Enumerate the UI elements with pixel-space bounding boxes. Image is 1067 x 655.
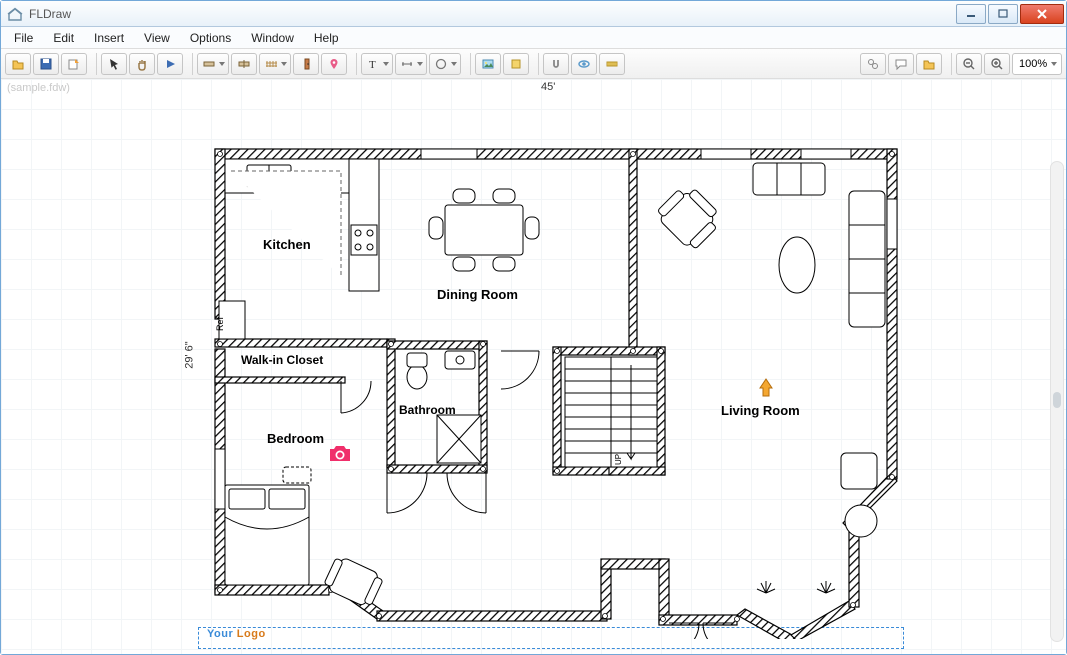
save-button[interactable] [33, 53, 59, 75]
zoom-level-select[interactable]: 100% [1012, 53, 1062, 75]
separator [351, 53, 357, 75]
open-button[interactable] [5, 53, 31, 75]
text-tool[interactable]: T [361, 53, 393, 75]
menu-insert[interactable]: Insert [85, 29, 133, 47]
label-bathroom: Bathroom [399, 403, 456, 417]
separator [465, 53, 471, 75]
separator [946, 53, 952, 75]
separator [91, 53, 97, 75]
comment-button[interactable] [888, 53, 914, 75]
vertical-scrollbar[interactable] [1050, 161, 1064, 642]
menu-file[interactable]: File [5, 29, 42, 47]
label-living: Living Room [721, 403, 800, 418]
minimize-button[interactable] [956, 4, 986, 24]
play-tool[interactable] [157, 53, 183, 75]
label-dining: Dining Room [437, 287, 518, 302]
settings-button[interactable] [860, 53, 886, 75]
shape-tool[interactable] [429, 53, 461, 75]
toolbar: T 100% [1, 49, 1066, 79]
menu-view[interactable]: View [135, 29, 179, 47]
dimension-height: 29' 6" [184, 341, 196, 368]
fill-tool[interactable] [503, 53, 529, 75]
label-closet: Walk-in Closet [241, 353, 323, 367]
image-tool[interactable] [475, 53, 501, 75]
separator [187, 53, 193, 75]
zoom-value: 100% [1019, 58, 1047, 70]
app-icon [7, 6, 23, 22]
folder-button[interactable] [916, 53, 942, 75]
scrollbar-thumb[interactable] [1053, 392, 1061, 408]
window-controls [954, 4, 1064, 24]
fence-tool[interactable] [259, 53, 291, 75]
close-button[interactable] [1020, 4, 1064, 24]
ref-label: Ref [215, 316, 225, 331]
door-tool[interactable] [293, 53, 319, 75]
wall-tool[interactable] [197, 53, 229, 75]
app-window: FLDraw File Edit Insert View Options Win… [0, 0, 1067, 655]
menu-help[interactable]: Help [305, 29, 348, 47]
svg-text:UP: UP [614, 454, 623, 465]
pointer-tool[interactable] [101, 53, 127, 75]
maximize-button[interactable] [988, 4, 1018, 24]
menu-edit[interactable]: Edit [44, 29, 83, 47]
menu-options[interactable]: Options [181, 29, 240, 47]
export-button[interactable] [61, 53, 87, 75]
menubar: File Edit Insert View Options Window Hel… [1, 27, 1066, 49]
filename-watermark: (sample.fdw) [7, 82, 70, 94]
wall-segment-tool[interactable] [231, 53, 257, 75]
dimension-tool[interactable] [395, 53, 427, 75]
label-bedroom: Bedroom [267, 431, 324, 446]
view3d-tool[interactable] [571, 53, 597, 75]
measure-tool[interactable] [599, 53, 625, 75]
zoom-out-button[interactable] [956, 53, 982, 75]
titlebar: FLDraw [1, 1, 1066, 27]
dimension-width: 45' [541, 81, 555, 93]
pan-tool[interactable] [129, 53, 155, 75]
label-kitchen: Kitchen [263, 237, 311, 252]
svg-text:T: T [369, 59, 376, 71]
canvas[interactable]: (sample.fdw) 45' 29' 6" Your Logo [1, 79, 1066, 654]
menu-window[interactable]: Window [242, 29, 303, 47]
zoom-in-button[interactable] [984, 53, 1010, 75]
separator [533, 53, 539, 75]
floor-plan[interactable]: Ref [201, 119, 905, 639]
pin-tool[interactable] [321, 53, 347, 75]
window-title: FLDraw [29, 7, 954, 21]
snap-tool[interactable] [543, 53, 569, 75]
